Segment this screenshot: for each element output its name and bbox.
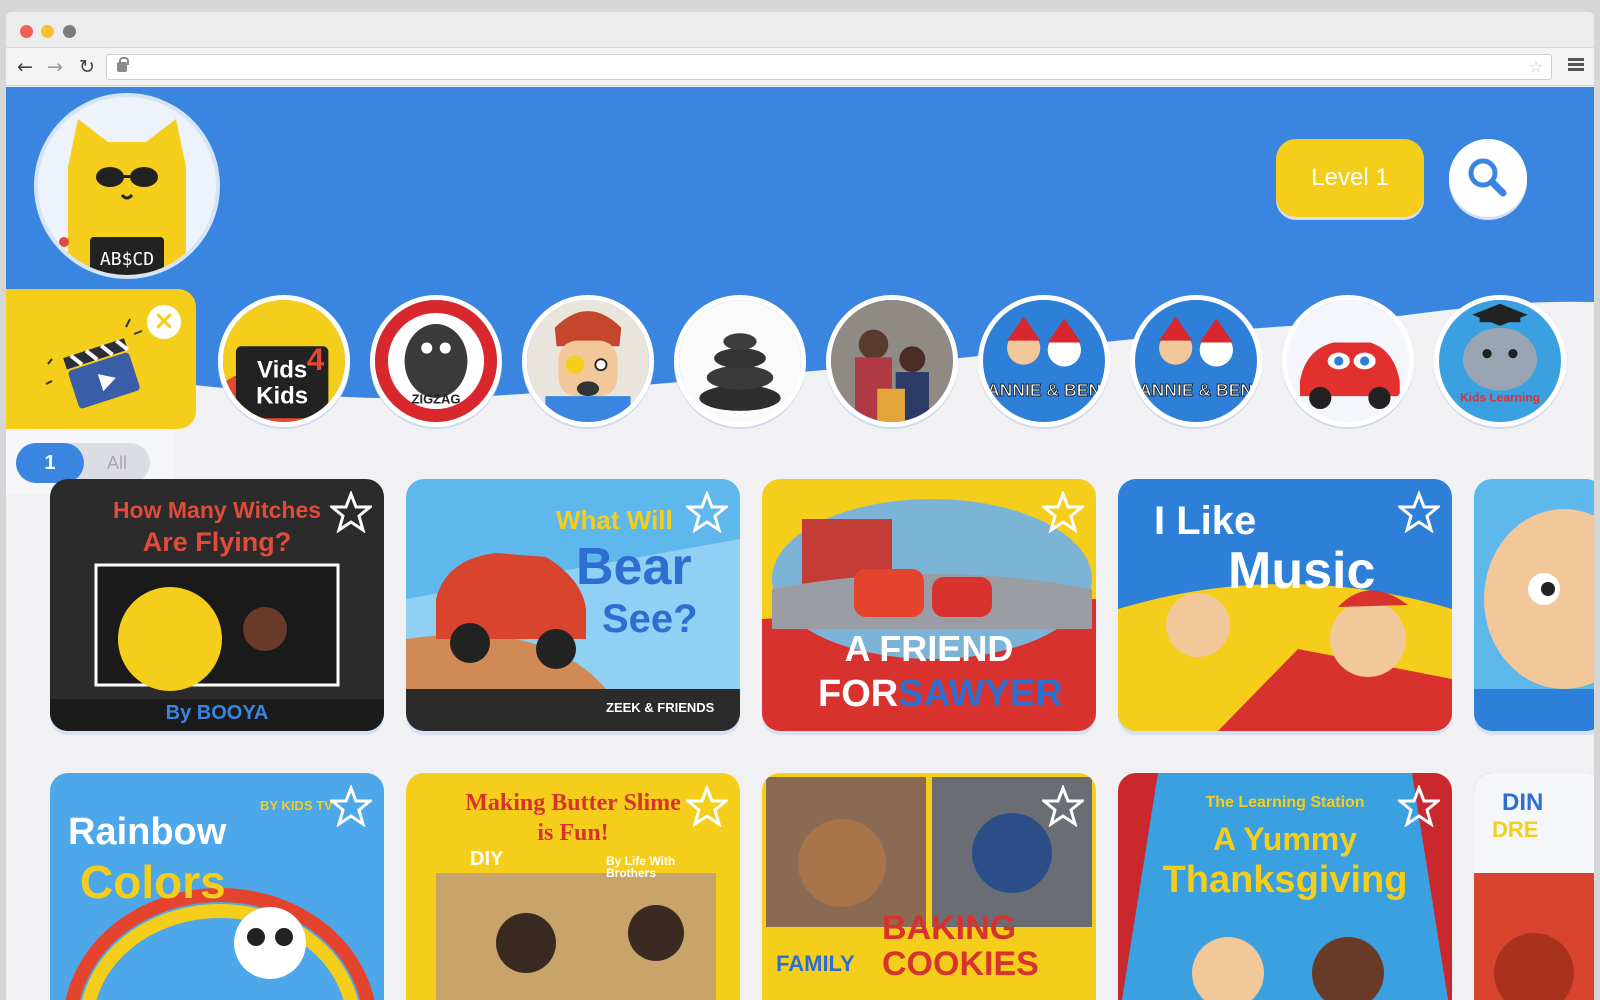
favorite-star-icon[interactable] [686, 491, 728, 533]
video-card-rainbow[interactable]: Rainbow Colors BY KIDS TV [50, 773, 384, 1000]
video-title-line1: I Like [1154, 499, 1257, 543]
video-title-line3: Thanksgiving [1162, 859, 1408, 901]
browser-window: ← → ↻ ☆ AB$CD Level 1 × 1 All Vids Kids … [6, 12, 1594, 1000]
favorite-star-icon[interactable] [1398, 785, 1440, 827]
svg-text:Vids: Vids [257, 357, 307, 384]
video-badge: DIY [470, 848, 504, 870]
svg-text:Kids Learning: Kids Learning [1460, 391, 1540, 405]
now-playing-card[interactable]: × [6, 289, 196, 429]
forward-arrow-icon[interactable]: → [44, 56, 66, 78]
video-title-line2: Are Flying? [142, 527, 292, 557]
video-card-music[interactable]: I Like Music [1118, 479, 1452, 731]
favorite-star-icon[interactable] [1042, 785, 1084, 827]
video-brand: FAMILY [776, 951, 855, 976]
favorite-star-icon[interactable] [330, 491, 372, 533]
video-title-line2: A Yummy [1212, 821, 1358, 857]
filter-toggle[interactable]: 1 All [16, 443, 150, 483]
search-button[interactable] [1449, 139, 1527, 217]
video-title-line2: Bear [576, 538, 692, 596]
filter-option-one[interactable]: 1 [16, 443, 84, 483]
video-title-line2: is Fun! [537, 820, 609, 846]
video-brand: ZEEK & FRIENDS [606, 700, 715, 715]
video-title-line1: How Many Witches [112, 497, 322, 523]
reload-icon[interactable]: ↻ [76, 56, 98, 78]
maximize-window-button[interactable] [63, 25, 76, 38]
svg-text:4: 4 [307, 342, 325, 377]
video-card-thanksgiving[interactable]: The Learning Station A Yummy Thanksgivin… [1118, 773, 1452, 1000]
close-player-button[interactable]: × [147, 305, 181, 339]
video-title-line1: Rainbow [68, 811, 227, 853]
video-card-butter-slime[interactable]: Making Butter Slime is Fun! By Life With… [406, 773, 740, 1000]
video-title-line1: Making Butter Slime [465, 790, 681, 816]
video-title-line2: Colors [80, 856, 226, 908]
video-title-line3: SAWYER [898, 673, 1063, 715]
video-card-baking-cookies[interactable]: BAKING COOKIES FAMILY [762, 773, 1096, 1000]
video-title-line1: A FRIEND [844, 628, 1014, 669]
address-bar[interactable]: ☆ [106, 54, 1552, 80]
video-card-baby[interactable] [1474, 479, 1594, 731]
browser-toolbar: ← → ↻ ☆ [6, 48, 1594, 86]
favorite-star-icon[interactable] [1042, 491, 1084, 533]
video-title-line1: DIN [1502, 789, 1544, 816]
video-title-line2: DRE [1492, 817, 1539, 842]
title-bar [6, 12, 1594, 48]
video-card-sawyer[interactable]: A FRIEND FOR SAWYER [762, 479, 1096, 731]
minimize-window-button[interactable] [41, 25, 54, 38]
video-card-witches[interactable]: How Many Witches Are Flying? By BOOYA [50, 479, 384, 731]
channel-vids-4-kids[interactable]: Vids Kids 4 [218, 295, 350, 427]
cat-mascot-icon: AB$CD [59, 119, 186, 275]
channel-stones[interactable] [674, 295, 806, 427]
kids-video-app: AB$CD Level 1 × 1 All Vids Kids 4 ZIGZAG… [6, 87, 1594, 1000]
svg-text:ZIGZAG: ZIGZAG [412, 392, 461, 407]
search-icon [1468, 158, 1507, 197]
favorite-star-icon[interactable] [1398, 491, 1440, 533]
bookmark-star-icon[interactable]: ☆ [1529, 57, 1543, 76]
svg-text:Kids: Kids [256, 383, 308, 410]
favorite-star-icon[interactable] [330, 785, 372, 827]
lock-icon [117, 57, 129, 72]
back-arrow-icon[interactable]: ← [14, 56, 36, 78]
video-card-bear[interactable]: What Will Bear See? ZEEK & FRIENDS [406, 479, 740, 731]
close-window-button[interactable] [20, 25, 33, 38]
channel-family-photo[interactable] [826, 295, 958, 427]
browser-menu-icon[interactable] [1568, 56, 1584, 76]
channel-cartoon-guy[interactable] [522, 295, 654, 427]
channel-kids-learning-videos[interactable]: Kids Learning [1434, 295, 1566, 427]
channel-annie-ben-1[interactable]: ANNIE & BEN [978, 295, 1110, 427]
svg-text:ANNIE & BEN: ANNIE & BEN [1139, 380, 1253, 400]
video-title-line3: See? [602, 597, 698, 641]
svg-text:ANNIE & BEN: ANNIE & BEN [987, 380, 1101, 400]
filter-option-all[interactable]: All [88, 443, 146, 483]
level-button[interactable]: Level 1 [1276, 139, 1424, 217]
channel-annie-ben-2[interactable]: ANNIE & BEN [1130, 295, 1262, 427]
video-title-line1: BAKING [882, 909, 1017, 947]
video-brand: By BOOYA [165, 702, 269, 724]
user-avatar[interactable]: AB$CD [38, 97, 216, 275]
channel-zigzag[interactable]: ZIGZAG [370, 295, 502, 427]
channel-red-car[interactable] [1282, 295, 1414, 427]
video-card-dino[interactable]: DIN DRE [1474, 773, 1594, 1000]
svg-text:AB$CD: AB$CD [100, 249, 154, 270]
video-title-line2: Music [1228, 542, 1376, 600]
favorite-star-icon[interactable] [686, 785, 728, 827]
video-title-line1: The Learning Station [1205, 794, 1365, 811]
